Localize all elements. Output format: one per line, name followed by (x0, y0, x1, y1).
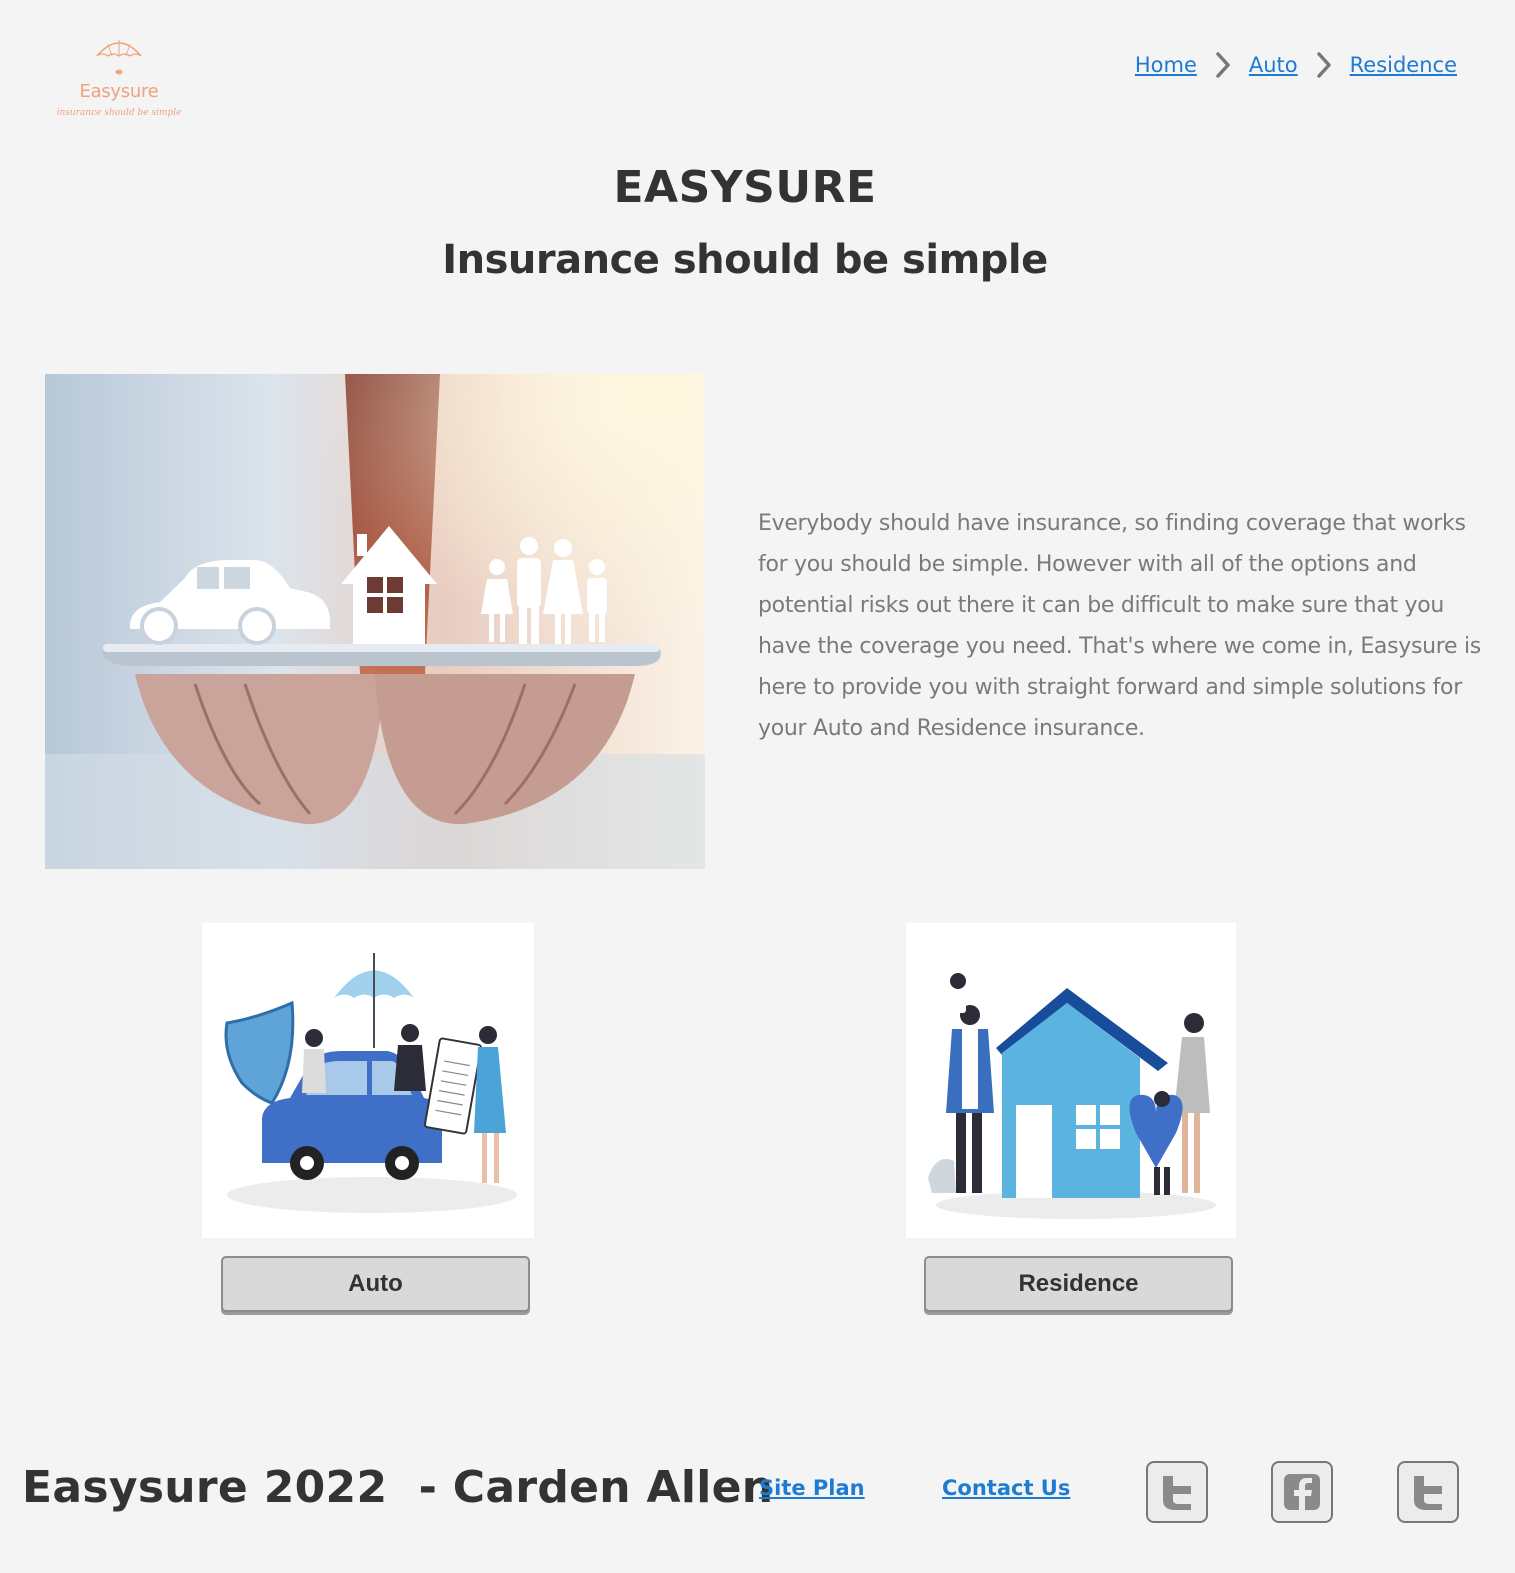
breadcrumb-home-link[interactable]: Home (1135, 53, 1197, 77)
site-plan-link[interactable]: Site Plan (759, 1476, 865, 1500)
logo-tagline: insurance should be simple (56, 108, 182, 118)
contact-us-link[interactable]: Contact Us (942, 1476, 1070, 1500)
logo[interactable]: Easysure insurance should be simple (46, 36, 192, 126)
intro-paragraph: Everybody should have insurance, so find… (758, 511, 1481, 741)
page-title: EASYSURE (613, 162, 877, 213)
logo-name: Easysure (79, 81, 159, 102)
residence-illustration (906, 923, 1236, 1238)
footer-credit: Easysure 2022 - Carden Allen (22, 1462, 774, 1513)
auto-illustration (202, 923, 534, 1238)
twitter-icon[interactable] (1397, 1461, 1459, 1523)
auto-button[interactable]: Auto (221, 1256, 530, 1312)
hero-image (45, 374, 705, 869)
page-subtitle: Insurance should be simple (442, 237, 1048, 283)
umbrella-logo-icon (96, 40, 142, 75)
residence-button[interactable]: Residence (924, 1256, 1233, 1312)
chevron-right-icon (1212, 50, 1234, 80)
breadcrumb: Home Auto Residence (1135, 50, 1457, 80)
breadcrumb-residence-link[interactable]: Residence (1350, 53, 1457, 77)
twitter-icon[interactable] (1146, 1461, 1208, 1523)
chevron-right-icon (1313, 50, 1335, 80)
facebook-icon[interactable] (1271, 1461, 1333, 1523)
breadcrumb-auto-link[interactable]: Auto (1249, 53, 1298, 77)
